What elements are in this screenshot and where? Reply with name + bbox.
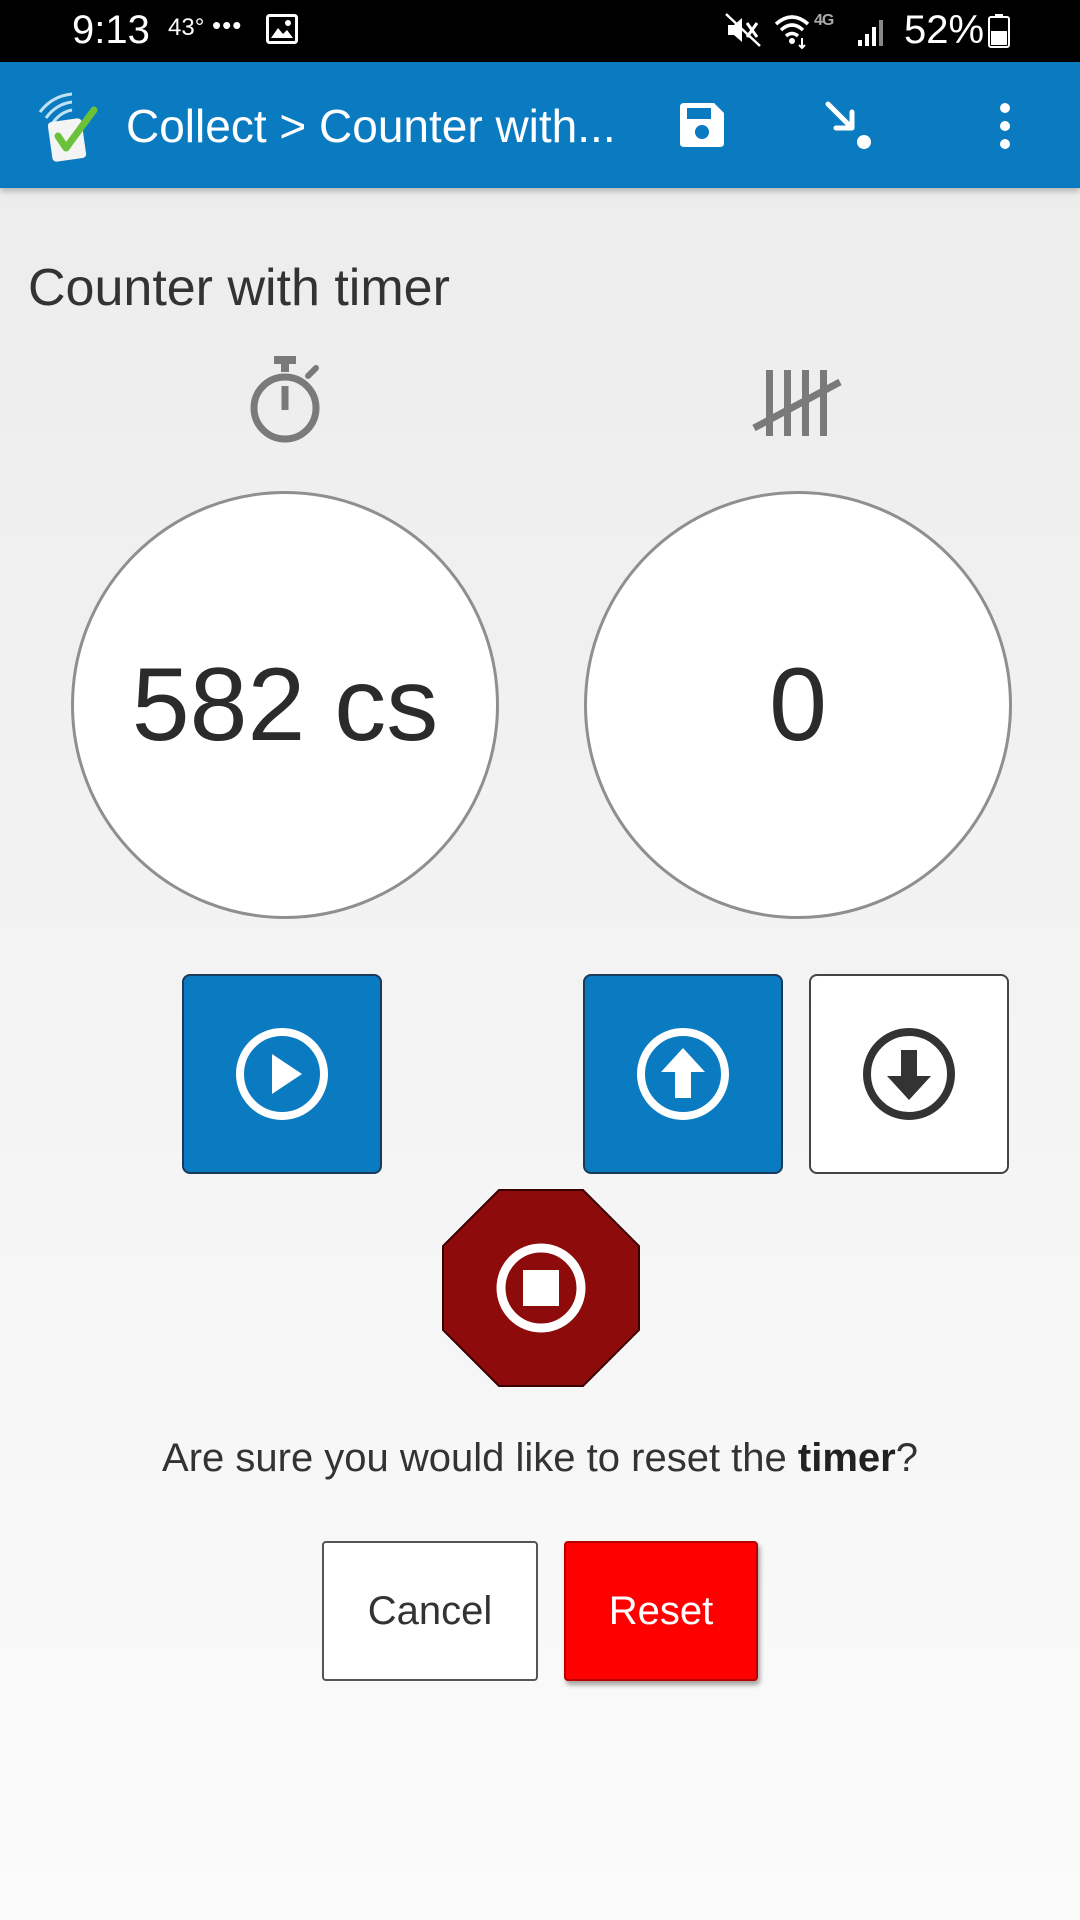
reset-button[interactable]: Reset <box>564 1541 758 1681</box>
app-title: Collect > Counter with... <box>126 100 616 152</box>
odk-collect-logo <box>38 92 98 162</box>
timer-display: 582 cs <box>71 491 499 919</box>
reset-prompt-text: Are sure you would like to reset the <box>162 1436 798 1480</box>
question-label: Counter with timer <box>28 259 450 317</box>
battery-percent: 52% <box>904 8 985 52</box>
mute-icon <box>725 13 761 47</box>
app-bar: Collect > Counter with... <box>0 62 1080 188</box>
counter-display: 0 <box>584 491 1012 919</box>
arrow-up-circle-icon <box>637 1028 729 1120</box>
play-button[interactable] <box>182 974 382 1174</box>
cancel-button[interactable]: Cancel <box>322 1541 538 1681</box>
timer-value: 582 cs <box>131 646 439 763</box>
stop-button[interactable] <box>441 1188 641 1388</box>
battery-icon <box>988 14 1010 48</box>
status-bar: 9:13 43° ••• 4G 52% <box>0 0 1080 62</box>
counter-value: 0 <box>769 646 827 763</box>
status-temperature: 43° <box>168 14 205 41</box>
overflow-menu-icon[interactable] <box>990 100 1020 152</box>
gallery-icon <box>266 14 298 44</box>
save-icon[interactable] <box>676 99 728 151</box>
reset-prompt-target: timer <box>797 1436 896 1480</box>
signal-icon <box>858 20 883 46</box>
status-time: 9:13 <box>72 8 150 52</box>
reset-button-label: Reset <box>608 1588 714 1633</box>
wifi-icon <box>774 15 810 50</box>
reset-prompt-end: ? <box>895 1436 918 1480</box>
arrow-down-circle-icon <box>863 1028 955 1120</box>
tally-icon <box>752 370 842 436</box>
stopwatch-icon <box>250 356 320 443</box>
jump-icon[interactable] <box>820 96 880 156</box>
cancel-button-label: Cancel <box>367 1588 493 1633</box>
network-type-label: 4G <box>814 12 834 29</box>
status-more-indicator: ••• <box>212 10 243 40</box>
reset-prompt: Are sure you would like to reset the tim… <box>0 1436 1080 1481</box>
decrement-button[interactable] <box>809 974 1009 1174</box>
play-circle-icon <box>236 1028 328 1120</box>
increment-button[interactable] <box>583 974 783 1174</box>
